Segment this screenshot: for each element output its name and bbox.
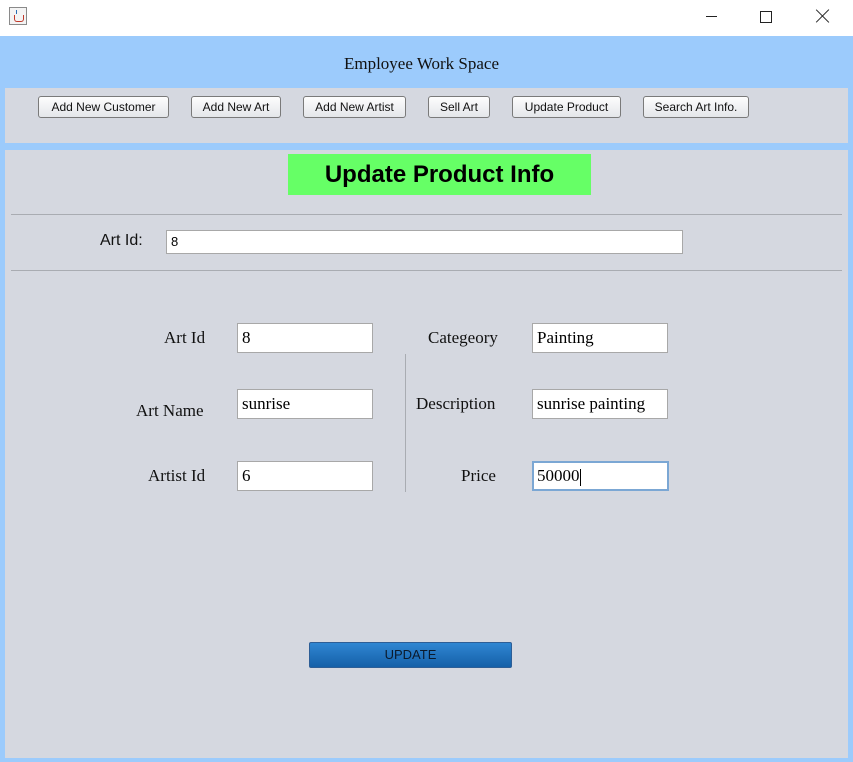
text-caret bbox=[579, 468, 581, 486]
update-product-button[interactable]: Update Product bbox=[512, 96, 621, 118]
artist-id-label: Artist Id bbox=[148, 466, 206, 485]
update-button[interactable]: UPDATE bbox=[309, 642, 512, 668]
close-button[interactable] bbox=[800, 0, 846, 34]
workspace-frame: Employee Work Space Add New Customer Add… bbox=[0, 36, 853, 762]
add-new-art-button[interactable]: Add New Art bbox=[191, 96, 281, 118]
maximize-button[interactable] bbox=[742, 0, 788, 34]
description-label: Description bbox=[416, 394, 496, 413]
add-new-artist-button[interactable]: Add New Artist bbox=[303, 96, 406, 118]
price-label: Price bbox=[461, 466, 496, 485]
window-title-bar[interactable] bbox=[0, 0, 853, 36]
java-icon bbox=[9, 7, 27, 25]
sell-art-button[interactable]: Sell Art bbox=[428, 96, 490, 118]
description-field[interactable]: sunrise painting bbox=[532, 389, 668, 419]
column-divider bbox=[405, 354, 406, 492]
search-art-id-input[interactable]: 8 bbox=[166, 230, 683, 254]
minimize-icon bbox=[706, 16, 717, 17]
close-icon bbox=[816, 9, 830, 23]
workspace-title: Employee Work Space bbox=[343, 54, 500, 73]
search-art-info-button[interactable]: Search Art Info. bbox=[643, 96, 749, 118]
category-label: Categeory bbox=[428, 328, 498, 347]
art-id-field[interactable]: 8 bbox=[237, 323, 373, 353]
art-id-label: Art Id bbox=[164, 328, 206, 347]
toolbar: Add New Customer Add New Art Add New Art… bbox=[5, 88, 848, 143]
art-name-field[interactable]: sunrise bbox=[237, 389, 373, 419]
panel-heading: Update Product Info bbox=[288, 154, 591, 195]
maximize-icon bbox=[760, 11, 772, 23]
minimize-button[interactable] bbox=[688, 0, 734, 34]
art-name-label: Art Name bbox=[136, 401, 204, 420]
price-value: 50000 bbox=[537, 466, 580, 485]
artist-id-field[interactable]: 6 bbox=[237, 461, 373, 491]
update-product-panel: Update Product Info Art Id: 8 Art Id 8 A… bbox=[5, 150, 848, 758]
search-art-id-label: Art Id: bbox=[100, 232, 143, 249]
divider bbox=[11, 214, 842, 215]
category-field[interactable]: Painting bbox=[532, 323, 668, 353]
add-new-customer-button[interactable]: Add New Customer bbox=[38, 96, 169, 118]
divider bbox=[11, 270, 842, 271]
price-field[interactable]: 50000 bbox=[532, 461, 669, 491]
